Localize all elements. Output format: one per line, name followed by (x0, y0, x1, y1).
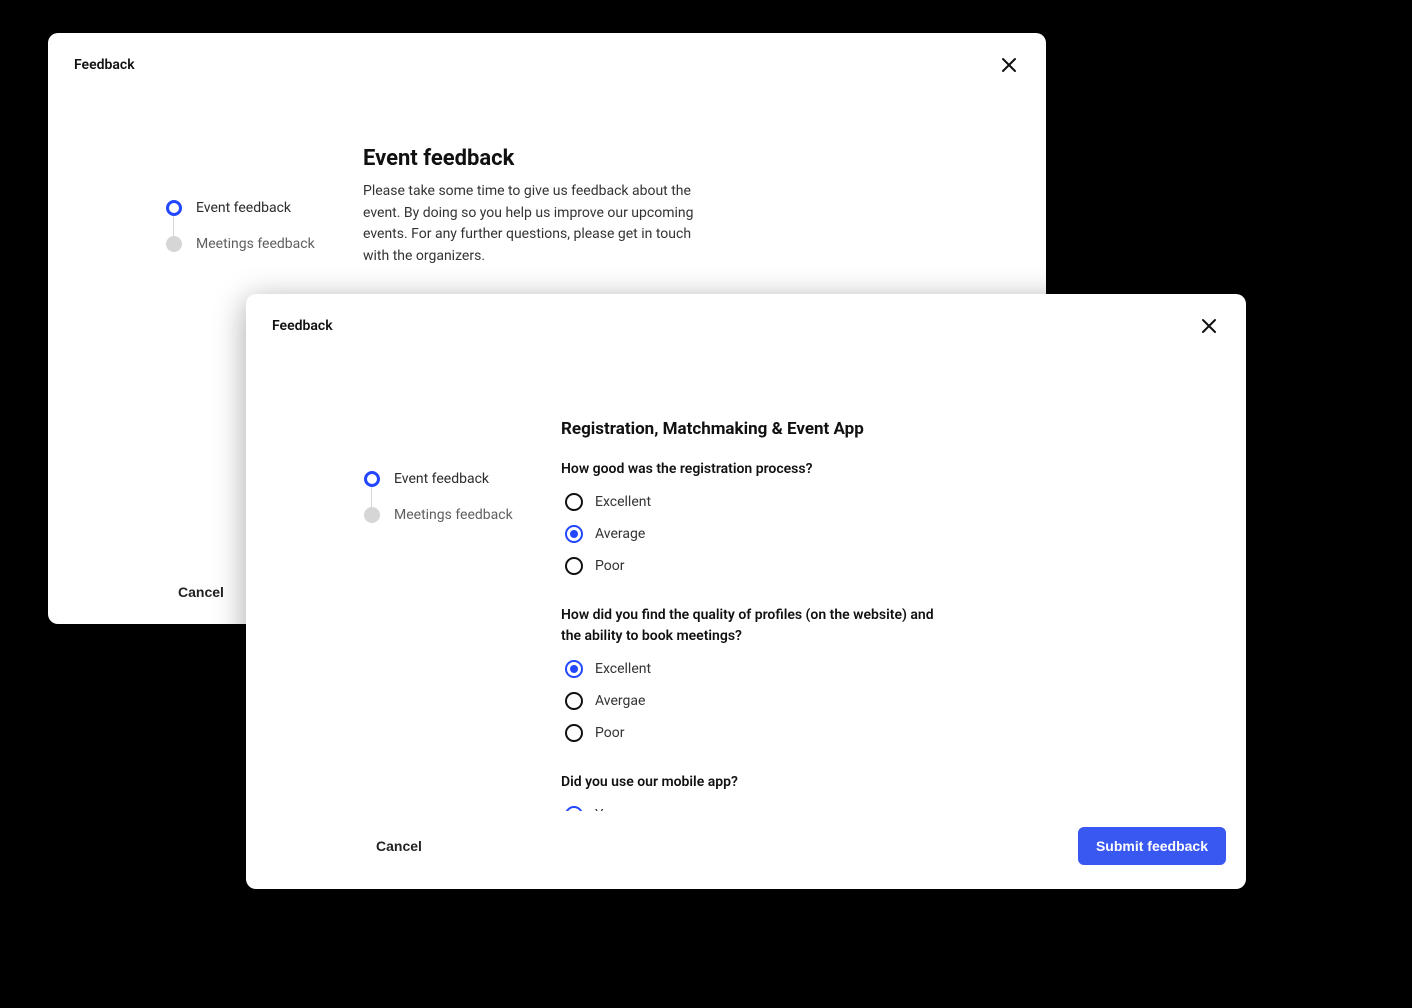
modal-footer: Cancel Submit feedback (246, 811, 1246, 889)
modal-header: Feedback (246, 294, 1246, 349)
modal-title: Feedback (74, 57, 135, 73)
radio-option-excellent[interactable]: Excellent (561, 660, 941, 678)
radio-icon (565, 724, 583, 742)
radio-option-avergae[interactable]: Avergae (561, 692, 941, 710)
radio-icon (565, 493, 583, 511)
radio-group-registration: Excellent Average Poor (561, 493, 941, 575)
radio-checked-icon (565, 660, 583, 678)
step-meetings-feedback[interactable]: Meetings feedback (364, 507, 561, 523)
question-mobile-app: Did you use our mobile app? (561, 772, 941, 792)
submit-feedback-button[interactable]: Submit feedback (1078, 827, 1226, 865)
close-icon[interactable] (998, 54, 1020, 76)
feedback-modal-front: Feedback Event feedback Meetings feedbac… (246, 294, 1246, 889)
step-label: Event feedback (394, 471, 489, 487)
intro-text: Please take some time to give us feedbac… (363, 181, 703, 268)
content-area: Registration, Matchmaking & Event App Ho… (561, 349, 1246, 811)
step-connector (173, 216, 174, 236)
step-event-feedback[interactable]: Event feedback (166, 200, 363, 216)
step-marker-inactive-icon (166, 236, 182, 252)
step-event-feedback[interactable]: Event feedback (364, 471, 561, 487)
step-marker-active-icon (364, 471, 380, 487)
question-registration-process: How good was the registration process? (561, 459, 941, 479)
section-title: Registration, Matchmaking & Event App (561, 419, 941, 439)
radio-checked-icon (565, 806, 583, 811)
radio-group-profiles: Excellent Avergae Poor (561, 660, 941, 742)
radio-label: Average (595, 526, 645, 542)
step-label: Event feedback (196, 200, 291, 216)
steps-sidebar: Event feedback Meetings feedback (246, 349, 561, 811)
radio-option-excellent[interactable]: Excellent (561, 493, 941, 511)
radio-option-average[interactable]: Average (561, 525, 941, 543)
radio-checked-icon (565, 525, 583, 543)
step-label: Meetings feedback (196, 236, 315, 252)
radio-icon (565, 692, 583, 710)
radio-label: Avergae (595, 693, 645, 709)
radio-icon (565, 557, 583, 575)
radio-option-poor[interactable]: Poor (561, 557, 941, 575)
radio-label: Excellent (595, 494, 651, 510)
question-profile-quality: How did you find the quality of profiles… (561, 605, 941, 646)
cancel-button[interactable]: Cancel (178, 584, 224, 600)
step-connector (371, 487, 372, 507)
radio-label: Poor (595, 725, 624, 741)
radio-option-poor[interactable]: Poor (561, 724, 941, 742)
step-label: Meetings feedback (394, 507, 513, 523)
radio-label: Excellent (595, 661, 651, 677)
step-meetings-feedback[interactable]: Meetings feedback (166, 236, 363, 252)
radio-label: Poor (595, 558, 624, 574)
modal-body: Event feedback Meetings feedback Registr… (246, 349, 1246, 811)
step-marker-active-icon (166, 200, 182, 216)
modal-header: Feedback (48, 33, 1046, 88)
close-icon[interactable] (1198, 315, 1220, 337)
cancel-button[interactable]: Cancel (376, 838, 422, 854)
step-marker-inactive-icon (364, 507, 380, 523)
modal-title: Feedback (272, 318, 333, 334)
page-heading: Event feedback (363, 146, 743, 171)
